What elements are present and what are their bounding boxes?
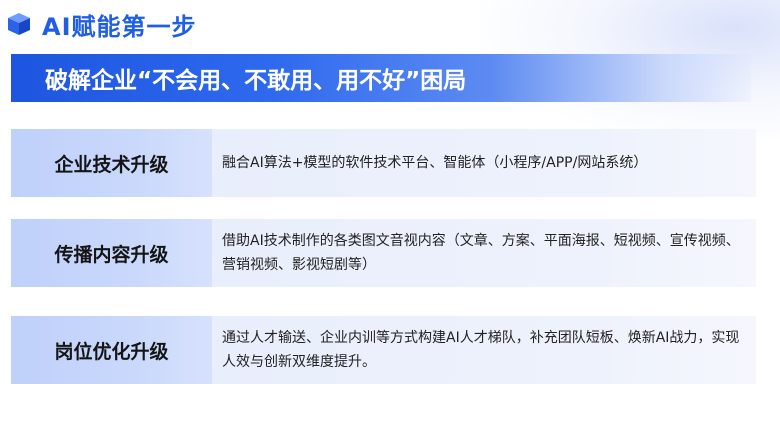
row-description-text: 通过人才输送、企业内训等方式构建AI人才梯队，补充团队短板、焕新AI战力，实现人… <box>222 330 740 370</box>
row-label: 企业技术升级 <box>11 129 212 197</box>
cube-icon <box>8 13 30 35</box>
page-title: AI赋能第一步 <box>42 12 197 41</box>
row-label: 传播内容升级 <box>11 219 212 287</box>
upgrade-row-content: 传播内容升级 借助AI技术制作的各类图文音视内容（文章、方案、平面海报、短视频、… <box>11 219 756 287</box>
row-description-text: 融合AI算法+模型的软件技术平台、智能体（小程序/APP/网站系统） <box>222 155 648 171</box>
row-description-text: 借助AI技术制作的各类图文音视内容（文章、方案、平面海报、短视频、宣传视频、营销… <box>222 233 740 273</box>
row-description: 借助AI技术制作的各类图文音视内容（文章、方案、平面海报、短视频、宣传视频、营销… <box>212 219 756 287</box>
row-label: 岗位优化升级 <box>11 316 212 384</box>
subtitle-banner: 破解企业“不会用、不敢用、用不好”困局 <box>11 54 751 102</box>
upgrade-row-position: 岗位优化升级 通过人才输送、企业内训等方式构建AI人才梯队，补充团队短板、焕新A… <box>11 316 756 384</box>
upgrade-row-tech: 企业技术升级 融合AI算法+模型的软件技术平台、智能体（小程序/APP/网站系统… <box>11 129 756 197</box>
row-description: 融合AI算法+模型的软件技术平台、智能体（小程序/APP/网站系统） <box>212 129 756 197</box>
row-description: 通过人才输送、企业内训等方式构建AI人才梯队，补充团队短板、焕新AI战力，实现人… <box>212 316 756 384</box>
page-header: AI赋能第一步 <box>6 6 197 42</box>
banner-text: 破解企业“不会用、不敢用、用不好”困局 <box>45 68 467 94</box>
